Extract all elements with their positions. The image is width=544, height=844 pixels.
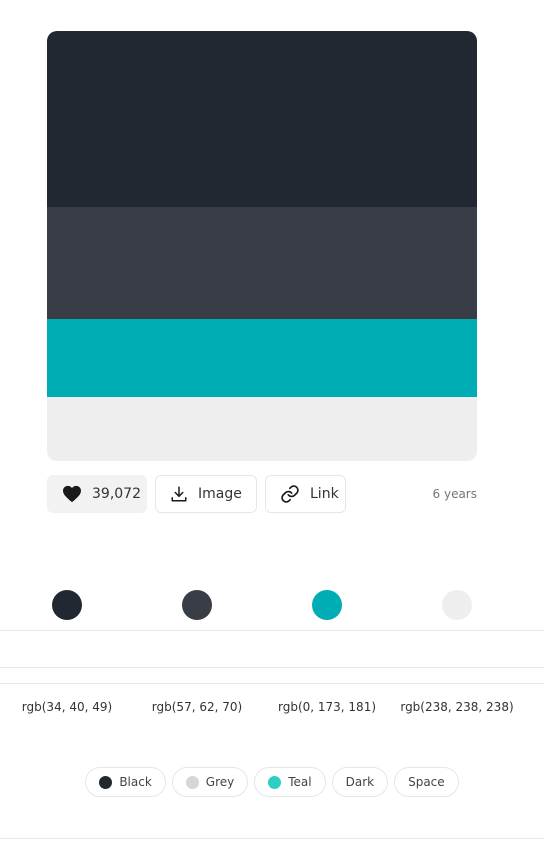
color-dot-1[interactable] [52,590,82,620]
divider [0,667,544,668]
palette-actions: 39,072 Image Link 6 years [47,475,477,513]
divider [0,838,544,839]
color-dot-2[interactable] [182,590,212,620]
tag-label: Grey [205,775,235,789]
link-icon [281,485,299,503]
tag-black[interactable]: Black [85,767,166,797]
tag-color-dot [185,775,199,789]
tag-space[interactable]: Space [394,767,459,797]
color-rgb-2[interactable]: rgb(57, 62, 70) [132,700,262,714]
download-icon [171,486,187,502]
tag-grey[interactable]: Grey [171,767,249,797]
color-rgb-4[interactable]: rgb(238, 238, 238) [392,700,522,714]
palette-preview[interactable] [47,31,477,461]
download-image-button[interactable]: Image [155,475,257,513]
tag-dark[interactable]: Dark [331,767,389,797]
palette-swatch-1[interactable] [47,31,477,207]
heart-icon [63,485,81,503]
palette-swatch-4[interactable] [47,397,477,461]
tag-label: Black [119,775,152,789]
divider [0,630,544,631]
divider [0,683,544,684]
copy-link-button[interactable]: Link [265,475,346,513]
image-label: Image [198,486,242,502]
tag-label: Space [408,775,445,789]
tag-label: Dark [345,775,375,789]
tag-color-dot [268,775,282,789]
color-rgb-3[interactable]: rgb(0, 173, 181) [262,700,392,714]
palette-swatch-2[interactable] [47,207,477,319]
like-button[interactable]: 39,072 [47,475,147,513]
palette-age: 6 years [432,487,477,501]
palette-swatch-3[interactable] [47,319,477,397]
color-dot-3[interactable] [312,590,342,620]
like-count: 39,072 [92,486,141,502]
tag-color-dot [99,775,113,789]
tag-teal[interactable]: Teal [254,767,326,797]
color-rgb-1[interactable]: rgb(34, 40, 49) [2,700,132,714]
color-dot-4[interactable] [442,590,472,620]
tag-list: Black Grey Teal Dark Space [0,767,544,797]
link-label: Link [310,486,339,502]
tag-label: Teal [288,775,312,789]
